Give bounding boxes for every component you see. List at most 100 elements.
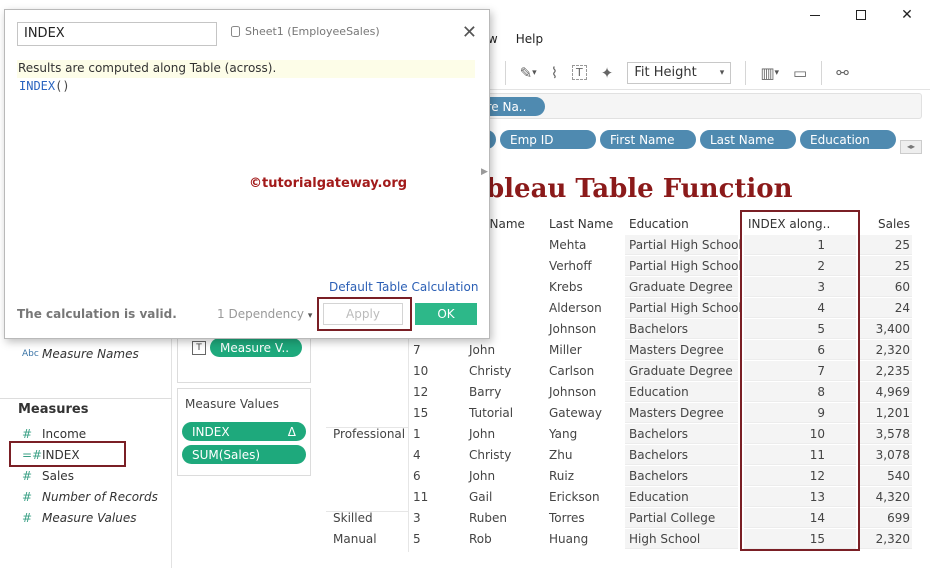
rows-shelf[interactable]: ure Na.. [462,93,922,119]
cell-sales[interactable]: 24 [895,301,910,315]
fit-select[interactable]: Fit Height ▾ [627,61,732,84]
cell-first-name[interactable]: Christy [469,364,511,378]
cell-emp-id[interactable]: 5 [413,532,421,546]
cell-sales[interactable]: 3,078 [876,448,910,462]
cell-last-name[interactable]: Erickson [549,490,600,504]
cell-last-name[interactable]: Verhoff [549,259,592,273]
maximize-button[interactable] [838,0,884,30]
cell-emp-id[interactable]: 11 [413,490,428,504]
cell-emp-id[interactable]: 1 [413,427,421,441]
cell-education[interactable]: Masters Degree [629,406,724,420]
cell-last-name[interactable]: Miller [549,343,582,357]
cell-emp-id[interactable]: 12 [413,385,428,399]
cell-sales[interactable]: 4,969 [876,385,910,399]
dialog-close-button[interactable]: ✕ [462,22,477,43]
cell-education[interactable]: High School [629,532,700,546]
cell-education[interactable]: Partial High School [629,259,742,273]
cell-education[interactable]: Graduate Degree [629,364,733,378]
cell-last-name[interactable]: Gateway [549,406,602,420]
cell-sales[interactable]: 3,400 [876,322,910,336]
column-pill-education[interactable]: Education [800,130,896,149]
fit-select-value: Fit Height [634,65,697,80]
cell-emp-id[interactable]: 6 [413,469,421,483]
cell-emp-id[interactable]: 10 [413,364,428,378]
cell-last-name[interactable]: Krebs [549,280,583,294]
text-box-icon[interactable]: T [572,65,587,80]
minimize-button[interactable] [792,0,838,30]
menu-item-help[interactable]: Help [516,32,543,46]
cell-education[interactable]: Partial High School [629,301,742,315]
pen-icon[interactable]: ✎ ▾ [520,64,537,82]
ok-button[interactable]: OK [415,303,477,325]
cell-education[interactable]: Bachelors [629,427,688,441]
cell-segment[interactable]: Manual [333,532,377,546]
close-icon: ✕ [901,7,913,23]
column-pill-emp-id[interactable]: Emp ID [500,130,596,149]
cell-first-name[interactable]: Rob [469,532,492,546]
cell-first-name[interactable]: John [469,427,495,441]
cell-sales[interactable]: 699 [887,511,910,525]
cell-last-name[interactable]: Huang [549,532,588,546]
show-me-icon[interactable]: ▥ ▾ [760,64,779,82]
cell-education[interactable]: Partial High School [629,238,742,252]
cell-emp-id[interactable]: 4 [413,448,421,462]
cell-first-name[interactable]: Barry [469,385,501,399]
share-icon[interactable]: ⚯ [836,64,849,82]
cell-last-name[interactable]: Carlson [549,364,594,378]
cell-last-name[interactable]: Johnson [549,385,596,399]
close-icon: ✕ [461,22,477,43]
cell-last-name[interactable]: Yang [549,427,577,441]
cell-emp-id[interactable]: 7 [413,343,421,357]
toolbar-separator [745,60,747,85]
cell-segment[interactable]: Skilled [333,511,373,525]
cell-sales[interactable]: 1,201 [876,406,910,420]
calculation-name-input[interactable]: INDEX [17,22,217,46]
column-pill-last-name[interactable]: Last Name [700,130,796,149]
header-education: Education [629,217,689,231]
cell-sales[interactable]: 3,578 [876,427,910,441]
expand-arrow-icon[interactable]: ▶ [481,167,488,177]
cell-education[interactable]: Bachelors [629,469,688,483]
cell-education[interactable]: Partial College [629,511,715,525]
cell-emp-id[interactable]: 15 [413,406,428,420]
cell-sales[interactable]: 25 [895,238,910,252]
cell-education[interactable]: Masters Degree [629,343,724,357]
column-pill-first-name[interactable]: First Name [600,130,696,149]
cell-education[interactable]: Bachelors [629,322,688,336]
cell-education[interactable]: Education [629,490,689,504]
cell-segment[interactable]: Professional [333,427,405,441]
cell-first-name[interactable]: Christy [469,448,511,462]
formula-editor[interactable]: Results are computed along Table (across… [17,58,475,284]
cell-first-name[interactable]: Gail [469,490,492,504]
calculation-dialog: INDEX Sheet1 (EmployeeSales) ✕ Results a… [4,9,490,339]
shelf-scroll-arrows[interactable]: ◂▸ [900,140,922,154]
close-window-button[interactable]: ✕ [884,0,930,30]
cell-last-name[interactable]: Johnson [549,322,596,336]
cell-sales[interactable]: 4,320 [876,490,910,504]
cell-last-name[interactable]: Zhu [549,448,572,462]
cell-education[interactable]: Education [629,385,689,399]
cell-education[interactable]: Bachelors [629,448,688,462]
cell-last-name[interactable]: Alderson [549,301,602,315]
cell-sales[interactable]: 2,320 [876,532,910,546]
cell-education[interactable]: Graduate Degree [629,280,733,294]
cell-sales[interactable]: 25 [895,259,910,273]
cell-last-name[interactable]: Mehta [549,238,586,252]
pin-icon[interactable]: ✦ [601,64,614,82]
cell-last-name[interactable]: Torres [549,511,585,525]
cell-emp-id[interactable]: 3 [413,511,421,525]
cell-sales[interactable]: 540 [887,469,910,483]
cell-first-name[interactable]: Tutorial [469,406,513,420]
cell-sales[interactable]: 60 [895,280,910,294]
presentation-icon[interactable]: ▭ [793,64,807,82]
cell-sales[interactable]: 2,235 [876,364,910,378]
cell-first-name[interactable]: John [469,469,495,483]
cell-last-name[interactable]: Ruiz [549,469,574,483]
cell-first-name[interactable]: Ruben [469,511,507,525]
paperclip-icon[interactable]: ⌇ [551,64,558,82]
cell-first-name[interactable]: John [469,343,495,357]
dependency-dropdown[interactable]: 1 Dependency ▾ [217,307,312,321]
formula-text[interactable]: INDEX() [19,79,70,93]
cell-sales[interactable]: 2,320 [876,343,910,357]
default-table-calc-link[interactable]: Default Table Calculation [329,280,478,294]
